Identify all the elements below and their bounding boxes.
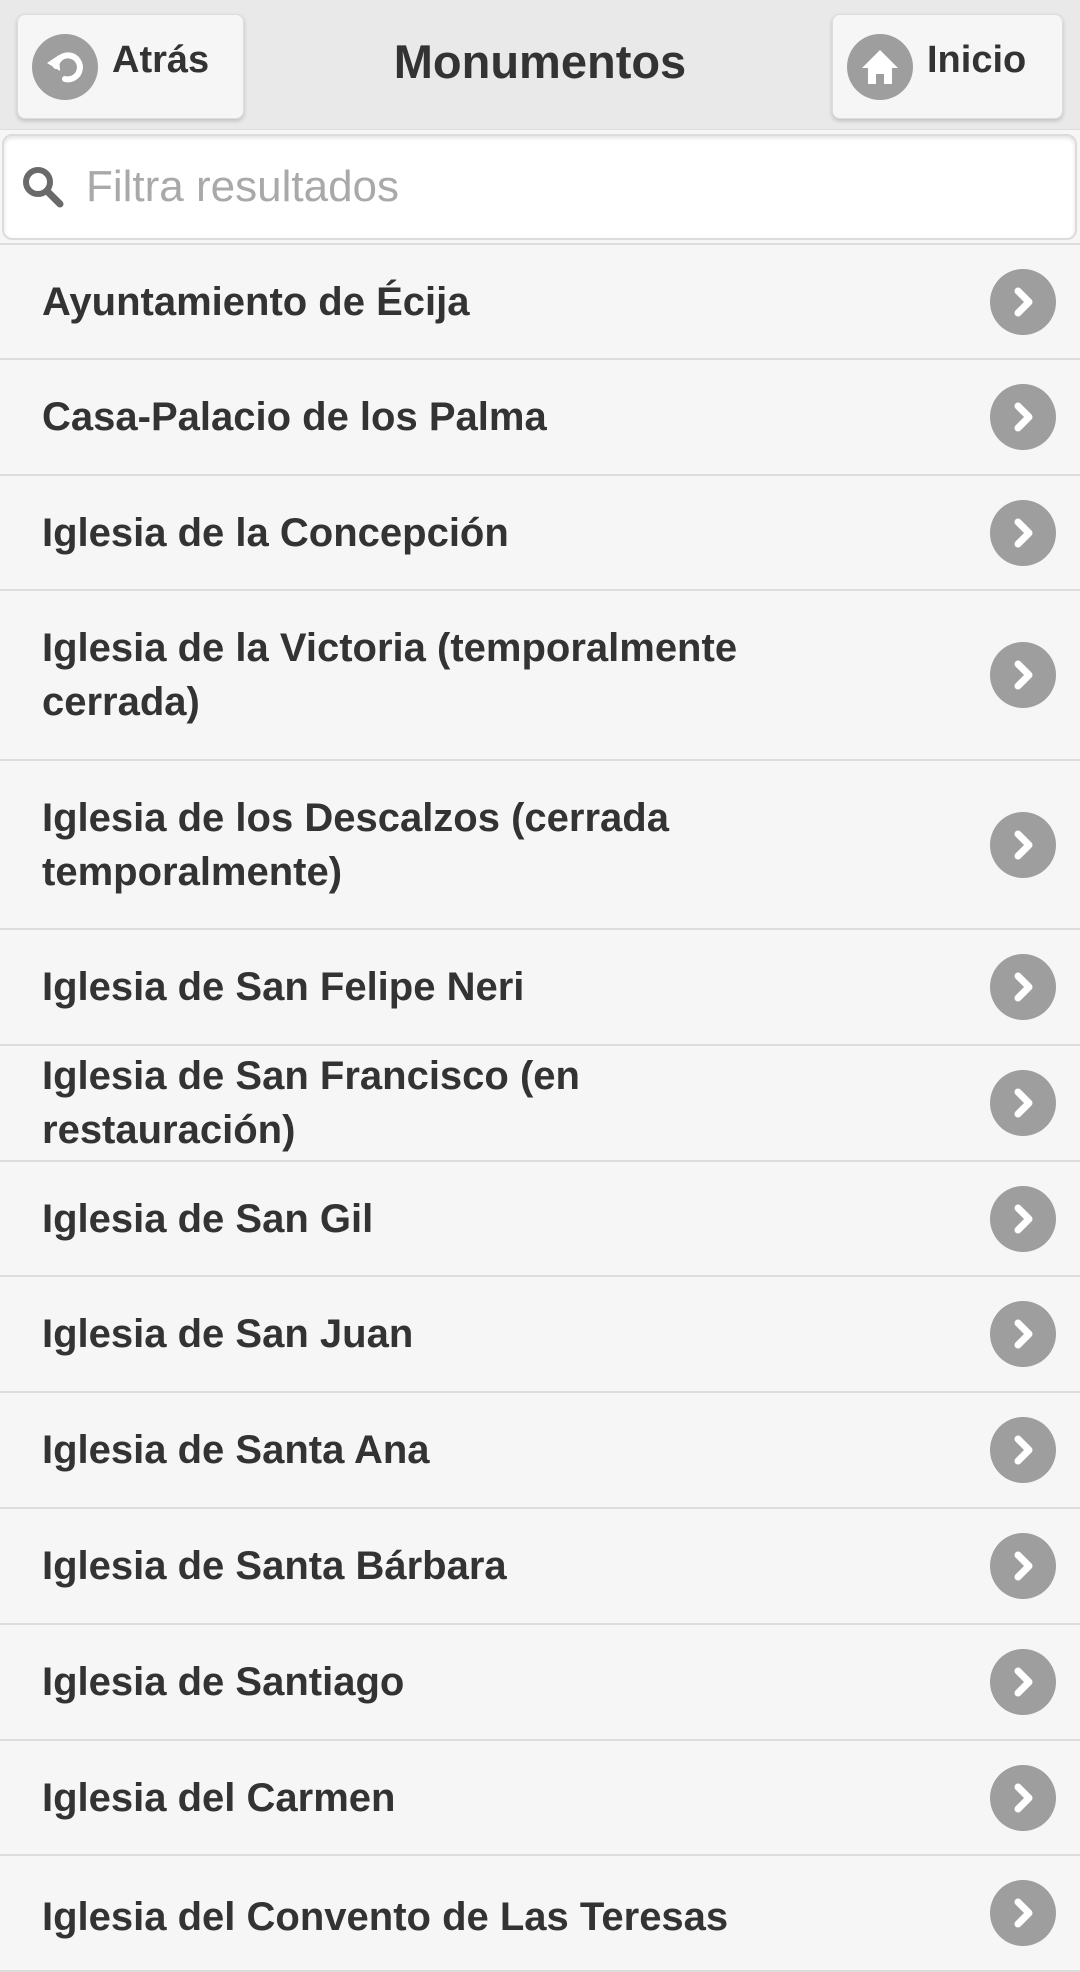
list-item-label: Iglesia del Convento de Las Teresas <box>42 1895 729 1939</box>
list-item-label: Iglesia de los Descalzos (cerrada tempor… <box>42 795 669 894</box>
search-icon <box>23 167 64 208</box>
list-item[interactable]: Ayuntamiento de Écija <box>0 245 1080 360</box>
list-item-label: Casa-Palacio de los Palma <box>42 395 547 439</box>
chevron-right-icon <box>990 1070 1056 1136</box>
list-item-label: Iglesia de San Juan <box>42 1312 414 1356</box>
home-button-label: Inicio <box>927 39 1027 81</box>
list-item[interactable]: Iglesia de la Victoria (temporalmente ce… <box>0 591 1080 761</box>
list-item-label: Iglesia de San Felipe Neri <box>42 965 525 1009</box>
chevron-right-icon <box>990 1417 1056 1483</box>
list-item-label: Iglesia de Santa Bárbara <box>42 1544 507 1588</box>
list-item-label: Iglesia de San Gil <box>42 1196 374 1241</box>
list-item[interactable]: Iglesia de la Concepción <box>0 476 1080 591</box>
chevron-right-icon <box>990 384 1056 450</box>
list-item-label: Iglesia de Santa Ana <box>42 1428 430 1472</box>
list-item-label: Ayuntamiento de Écija <box>42 279 470 324</box>
chevron-right-icon <box>990 1764 1056 1831</box>
monument-list: Ayuntamiento de Écija Casa-Palacio de lo… <box>0 243 1080 1972</box>
list-item[interactable]: Iglesia de San Juan <box>0 1277 1080 1393</box>
list-item[interactable]: Iglesia de Santiago <box>0 1625 1080 1741</box>
list-item-label: Iglesia del Carmen <box>42 1775 396 1820</box>
chevron-right-icon <box>990 811 1056 878</box>
list-item[interactable]: Iglesia de San Felipe Neri <box>0 930 1080 1046</box>
list-item-label: Iglesia de Santiago <box>42 1660 405 1704</box>
list-item[interactable]: Iglesia de Santa Ana <box>0 1393 1080 1509</box>
chevron-right-icon <box>990 1301 1056 1367</box>
back-arrow-icon <box>32 33 98 100</box>
search-input[interactable] <box>86 162 1046 212</box>
chevron-right-icon <box>990 1533 1056 1599</box>
chevron-right-icon <box>990 954 1056 1020</box>
list-item[interactable]: Iglesia de los Descalzos (cerrada tempor… <box>0 761 1080 930</box>
list-item-label: Iglesia de la Victoria (temporalmente ce… <box>42 626 738 724</box>
chevron-right-icon <box>990 499 1056 566</box>
list-item[interactable]: Iglesia de Santa Bárbara <box>0 1509 1080 1625</box>
search-bar <box>2 134 1077 240</box>
list-item-label: Iglesia de San Francisco (en restauració… <box>42 1054 580 1152</box>
chevron-right-icon <box>990 1649 1056 1715</box>
list-item[interactable]: Iglesia de San Gil <box>0 1162 1080 1277</box>
back-button-label: Atrás <box>112 39 210 81</box>
back-button[interactable]: Atrás <box>17 14 244 119</box>
list-item[interactable]: Iglesia del Convento de Las Teresas <box>0 1856 1080 1972</box>
list-item[interactable]: Casa-Palacio de los Palma <box>0 360 1080 476</box>
chevron-right-icon <box>990 268 1056 335</box>
chevron-right-icon <box>990 1185 1056 1252</box>
list-item[interactable]: Iglesia del Carmen <box>0 1741 1080 1856</box>
chevron-right-icon <box>990 642 1056 708</box>
header-bar: Atrás Monumentos Inicio <box>0 0 1080 130</box>
list-item-label: Iglesia de la Concepción <box>42 510 509 555</box>
page-title: Monumentos <box>393 35 687 88</box>
home-button[interactable]: Inicio <box>832 14 1063 119</box>
home-icon <box>847 33 913 100</box>
chevron-right-icon <box>990 1880 1056 1946</box>
list-item[interactable]: Iglesia de San Francisco (en restauració… <box>0 1046 1080 1162</box>
